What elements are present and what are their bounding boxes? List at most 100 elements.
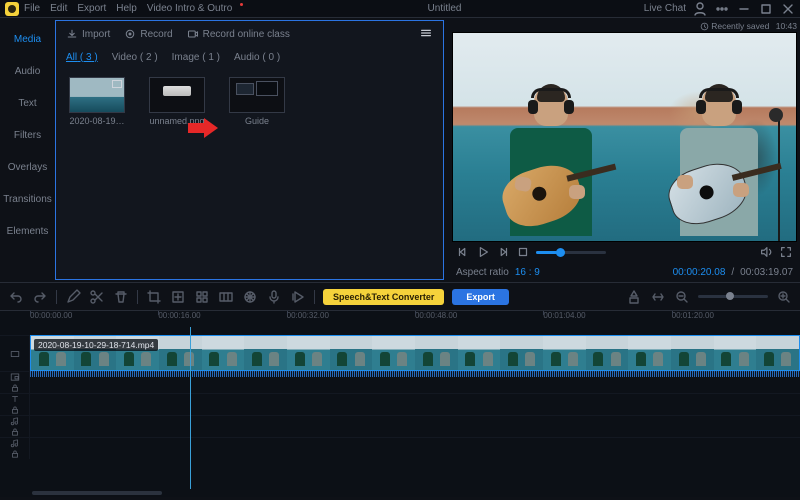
zoom-slider[interactable] — [698, 295, 768, 298]
text-track-icon — [10, 394, 20, 404]
record-online-class-button[interactable]: Record online class — [187, 28, 290, 40]
ruler-tick: 00:01:20.00 — [672, 311, 800, 327]
time-total: 00:03:19.07 — [740, 267, 793, 278]
media-thumbnail — [149, 77, 205, 113]
sidetab-media[interactable]: Media — [0, 24, 55, 56]
export-button[interactable]: Export — [452, 289, 509, 305]
clock-icon — [700, 22, 709, 31]
media-item[interactable]: Guide — [226, 77, 288, 269]
snap-button[interactable] — [626, 289, 642, 305]
view-list-icon[interactable] — [419, 26, 433, 43]
ruler-tick: 00:00:32.00 — [287, 311, 415, 327]
time-separator: / — [731, 267, 734, 278]
media-item-label: Guide — [226, 116, 288, 126]
freeze-frame-button[interactable] — [242, 289, 258, 305]
undo-button[interactable] — [8, 289, 24, 305]
timeline-ruler[interactable]: 00:00:00.00 00:00:16.00 00:00:32.00 00:0… — [0, 311, 800, 327]
record-online-icon — [187, 28, 199, 40]
timeline-scrollbar[interactable] — [0, 489, 800, 497]
delete-button[interactable] — [113, 289, 129, 305]
media-thumbnail — [229, 77, 285, 113]
volume-icon[interactable] — [759, 245, 773, 259]
media-item[interactable]: 2020-08-19… — [66, 77, 128, 269]
track-head-text[interactable] — [0, 394, 30, 415]
crop-button[interactable] — [146, 289, 162, 305]
project-title: Untitled — [245, 3, 643, 14]
import-icon — [66, 28, 78, 40]
lock-icon — [10, 449, 20, 459]
live-chat-link[interactable]: Live Chat — [644, 3, 686, 14]
next-frame-button[interactable] — [496, 245, 510, 259]
import-button[interactable]: Import — [66, 28, 110, 40]
ruler-tick: 00:00:48.00 — [415, 311, 543, 327]
volume-slider[interactable] — [536, 251, 606, 254]
ruler-tick: 00:01:04.00 — [543, 311, 671, 327]
menu-intro-outro[interactable]: Video Intro & Outro — [147, 3, 232, 14]
split-button[interactable] — [89, 289, 105, 305]
ruler-tick: 00:00:16.00 — [158, 311, 286, 327]
menu-help[interactable]: Help — [116, 3, 137, 14]
sidetab-elements[interactable]: Elements — [0, 216, 55, 248]
mediatab-audio[interactable]: Audio ( 0 ) — [234, 52, 280, 63]
account-icon[interactable] — [692, 2, 708, 16]
record-icon — [124, 28, 136, 40]
lock-icon — [10, 383, 20, 393]
minimize-icon[interactable] — [736, 2, 752, 16]
more-icon[interactable] — [714, 2, 730, 16]
mediatab-image[interactable]: Image ( 1 ) — [172, 52, 220, 63]
voiceover-button[interactable] — [266, 289, 282, 305]
edit-button[interactable] — [65, 289, 81, 305]
track-head-video[interactable] — [0, 336, 30, 371]
audio-track-icon — [10, 438, 20, 448]
time-current: 00:00:20.08 — [673, 267, 726, 278]
close-icon[interactable] — [780, 2, 796, 16]
mediatab-video[interactable]: Video ( 2 ) — [112, 52, 158, 63]
prev-frame-button[interactable] — [456, 245, 470, 259]
audio-waveform — [30, 371, 800, 377]
mosaic-button[interactable] — [194, 289, 210, 305]
stop-button[interactable] — [516, 245, 530, 259]
sidetab-overlays[interactable]: Overlays — [0, 152, 55, 184]
sidetab-transitions[interactable]: Transitions — [0, 184, 55, 216]
media-item[interactable]: unnamed.png — [146, 77, 208, 269]
fit-timeline-button[interactable] — [650, 289, 666, 305]
play-button[interactable] — [476, 245, 490, 259]
playhead[interactable] — [190, 327, 191, 489]
zoom-in-button[interactable] — [776, 289, 792, 305]
maximize-icon[interactable] — [758, 2, 774, 16]
menu-file[interactable]: File — [24, 3, 40, 14]
pip-track-icon — [10, 372, 20, 382]
menu-edit[interactable]: Edit — [50, 3, 67, 14]
aspect-ratio-label: Aspect ratio — [456, 267, 509, 278]
speed-button[interactable] — [290, 289, 306, 305]
preview-viewport[interactable] — [452, 32, 797, 242]
ruler-tick: 00:00:00.00 — [30, 311, 158, 327]
clip-label: 2020-08-19-10-29-18-714.mp4 — [34, 339, 158, 351]
speech-text-converter-button[interactable]: Speech&Text Converter — [323, 289, 444, 305]
app-logo — [5, 2, 19, 16]
sidetab-filters[interactable]: Filters — [0, 120, 55, 152]
lock-icon — [10, 427, 20, 437]
menu-export[interactable]: Export — [77, 3, 106, 14]
record-button[interactable]: Record — [124, 28, 172, 40]
zoom-out-button[interactable] — [674, 289, 690, 305]
notification-dot-icon — [240, 3, 243, 6]
zoom-region-button[interactable] — [218, 289, 234, 305]
redo-button[interactable] — [32, 289, 48, 305]
audio-track-icon — [10, 416, 20, 426]
track-head-audio2[interactable] — [0, 438, 30, 459]
lock-icon — [10, 405, 20, 415]
fullscreen-icon[interactable] — [779, 245, 793, 259]
sidetab-audio[interactable]: Audio — [0, 56, 55, 88]
aspect-ratio-value[interactable]: 16 : 9 — [515, 267, 540, 278]
track-head-pip[interactable] — [0, 372, 30, 393]
media-thumbnail — [69, 77, 125, 113]
media-item-label: 2020-08-19… — [66, 116, 128, 126]
mediatab-all[interactable]: All ( 3 ) — [66, 52, 98, 63]
track-head-audio[interactable] — [0, 416, 30, 437]
add-marker-button[interactable] — [170, 289, 186, 305]
video-track-icon — [10, 349, 20, 359]
recently-saved-label: Recently saved 10:43 — [452, 20, 797, 32]
annotation-arrow-icon — [204, 118, 218, 138]
sidetab-text[interactable]: Text — [0, 88, 55, 120]
